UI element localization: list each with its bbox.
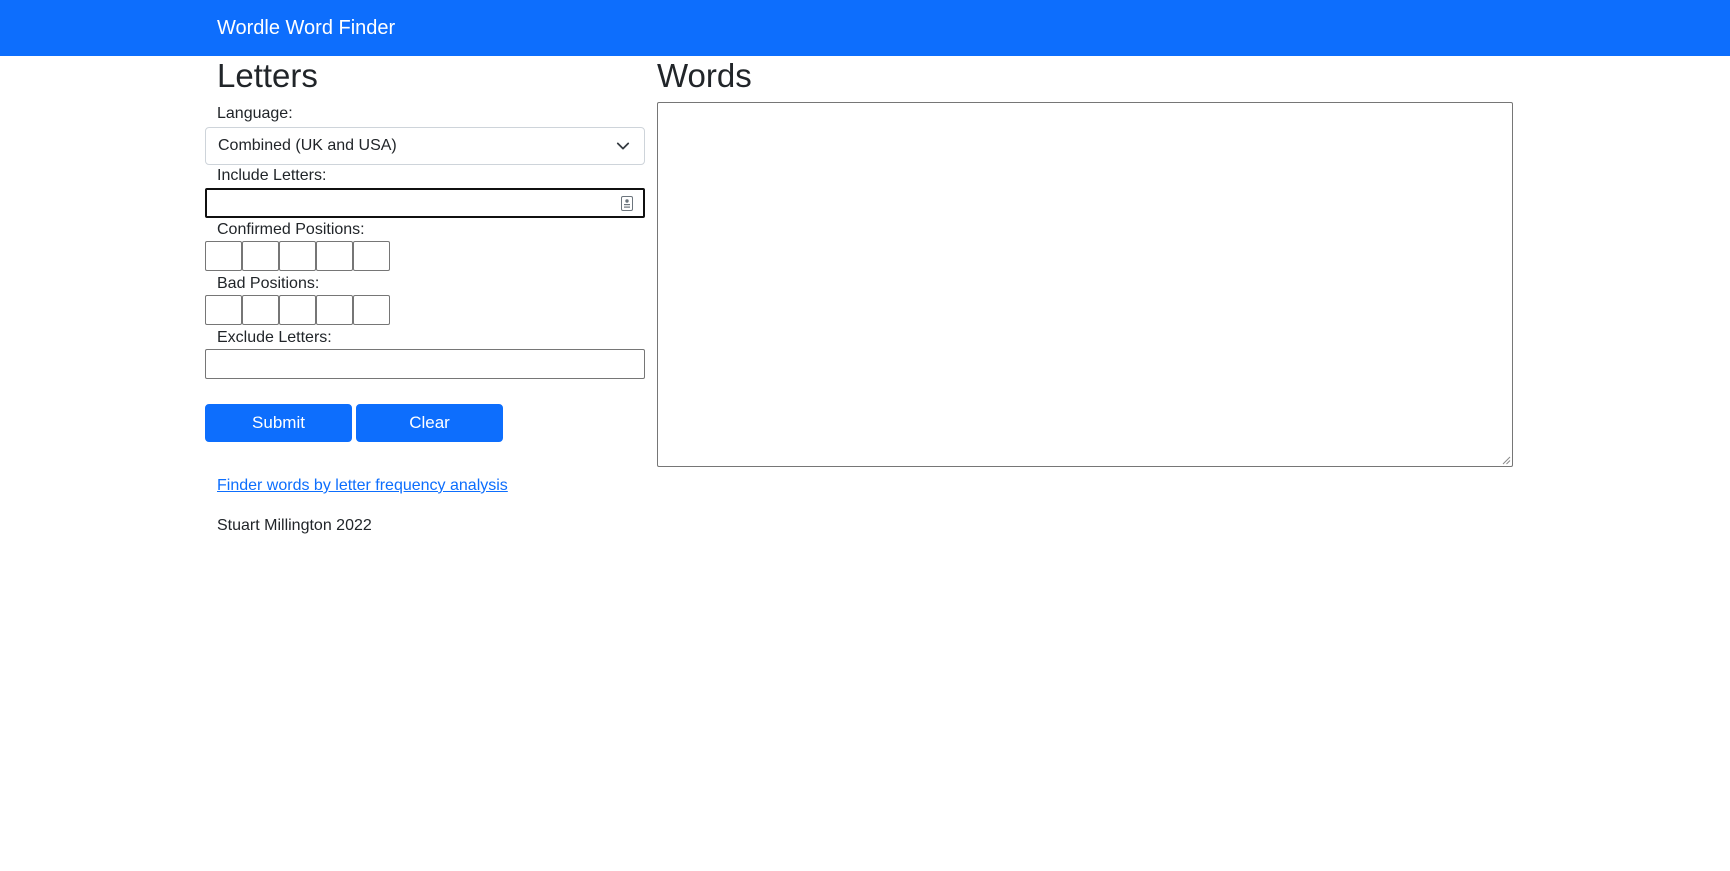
confirmed-position-4[interactable] (316, 241, 353, 271)
exclude-letters-label: Exclude Letters: (217, 329, 332, 346)
contact-card-icon[interactable] (621, 196, 633, 211)
resize-grip-icon[interactable] (1501, 455, 1511, 465)
language-select[interactable]: Combined (UK and USA) (205, 127, 645, 165)
confirmed-position-2[interactable] (242, 241, 279, 271)
include-letters-label: Include Letters: (217, 167, 327, 184)
letter-frequency-link[interactable]: Finder words by letter frequency analysi… (217, 476, 508, 496)
bad-position-5[interactable] (353, 295, 390, 325)
credit-text: Stuart Millington 2022 (217, 517, 372, 534)
bad-position-3[interactable] (279, 295, 316, 325)
brand-link[interactable]: Wordle Word Finder (217, 16, 395, 40)
clear-button[interactable]: Clear (356, 404, 503, 442)
include-letters-input[interactable] (205, 188, 645, 218)
bad-position-4[interactable] (316, 295, 353, 325)
language-label: Language: (217, 105, 293, 122)
exclude-letters-input[interactable] (205, 349, 645, 379)
confirmed-position-5[interactable] (353, 241, 390, 271)
navbar: Wordle Word Finder (0, 0, 1730, 56)
bad-position-2[interactable] (242, 295, 279, 325)
confirmed-positions-label: Confirmed Positions: (217, 221, 365, 238)
chevron-down-icon (616, 142, 630, 150)
bad-positions-label: Bad Positions: (217, 275, 320, 292)
confirmed-position-1[interactable] (205, 241, 242, 271)
language-selected-value: Combined (UK and USA) (218, 137, 397, 154)
letters-heading: Letters (217, 57, 318, 94)
bad-position-1[interactable] (205, 295, 242, 325)
words-textarea[interactable] (657, 102, 1513, 467)
words-heading: Words (657, 57, 752, 94)
confirmed-position-3[interactable] (279, 241, 316, 271)
submit-button[interactable]: Submit (205, 404, 352, 442)
